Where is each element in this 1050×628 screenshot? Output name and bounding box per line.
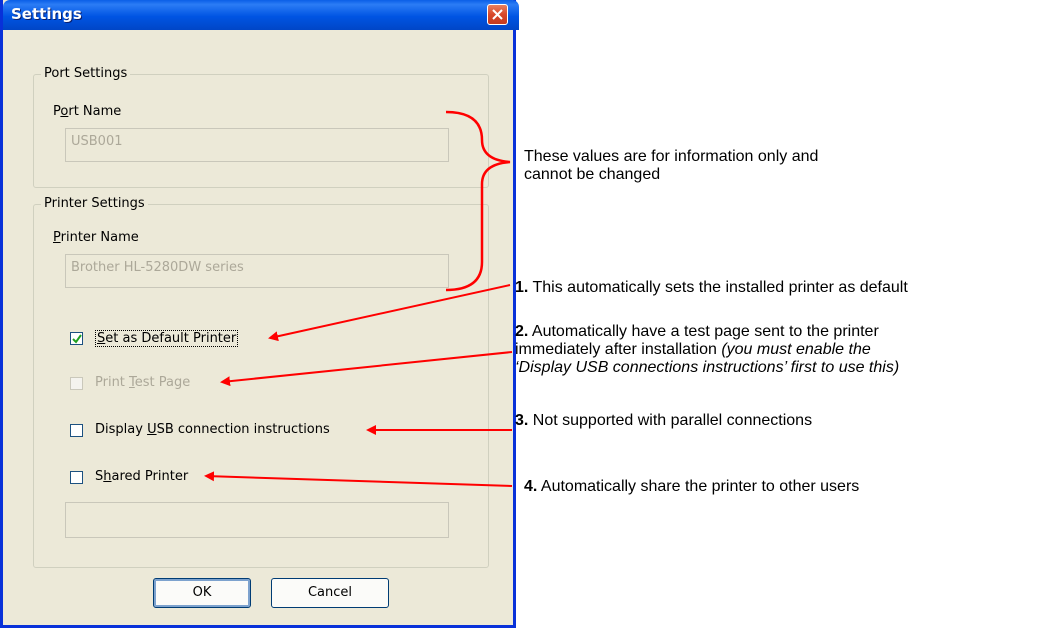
info-brace — [445, 110, 511, 292]
note-3: 3. Not supported with parallel connectio… — [515, 412, 813, 429]
arrow-default-printer — [268, 284, 511, 342]
note-4: 4. Automatically share the printer to ot… — [524, 478, 860, 495]
note-2: 2. Automatically have a test page sent t… — [515, 323, 900, 376]
arrow-shared-printer — [204, 471, 513, 487]
note-1: 1. This automatically sets the installed… — [515, 279, 908, 296]
annotation-overlay — [204, 110, 513, 487]
arrow-test-page — [220, 351, 513, 387]
info-note: These values are for information only an… — [524, 148, 819, 183]
